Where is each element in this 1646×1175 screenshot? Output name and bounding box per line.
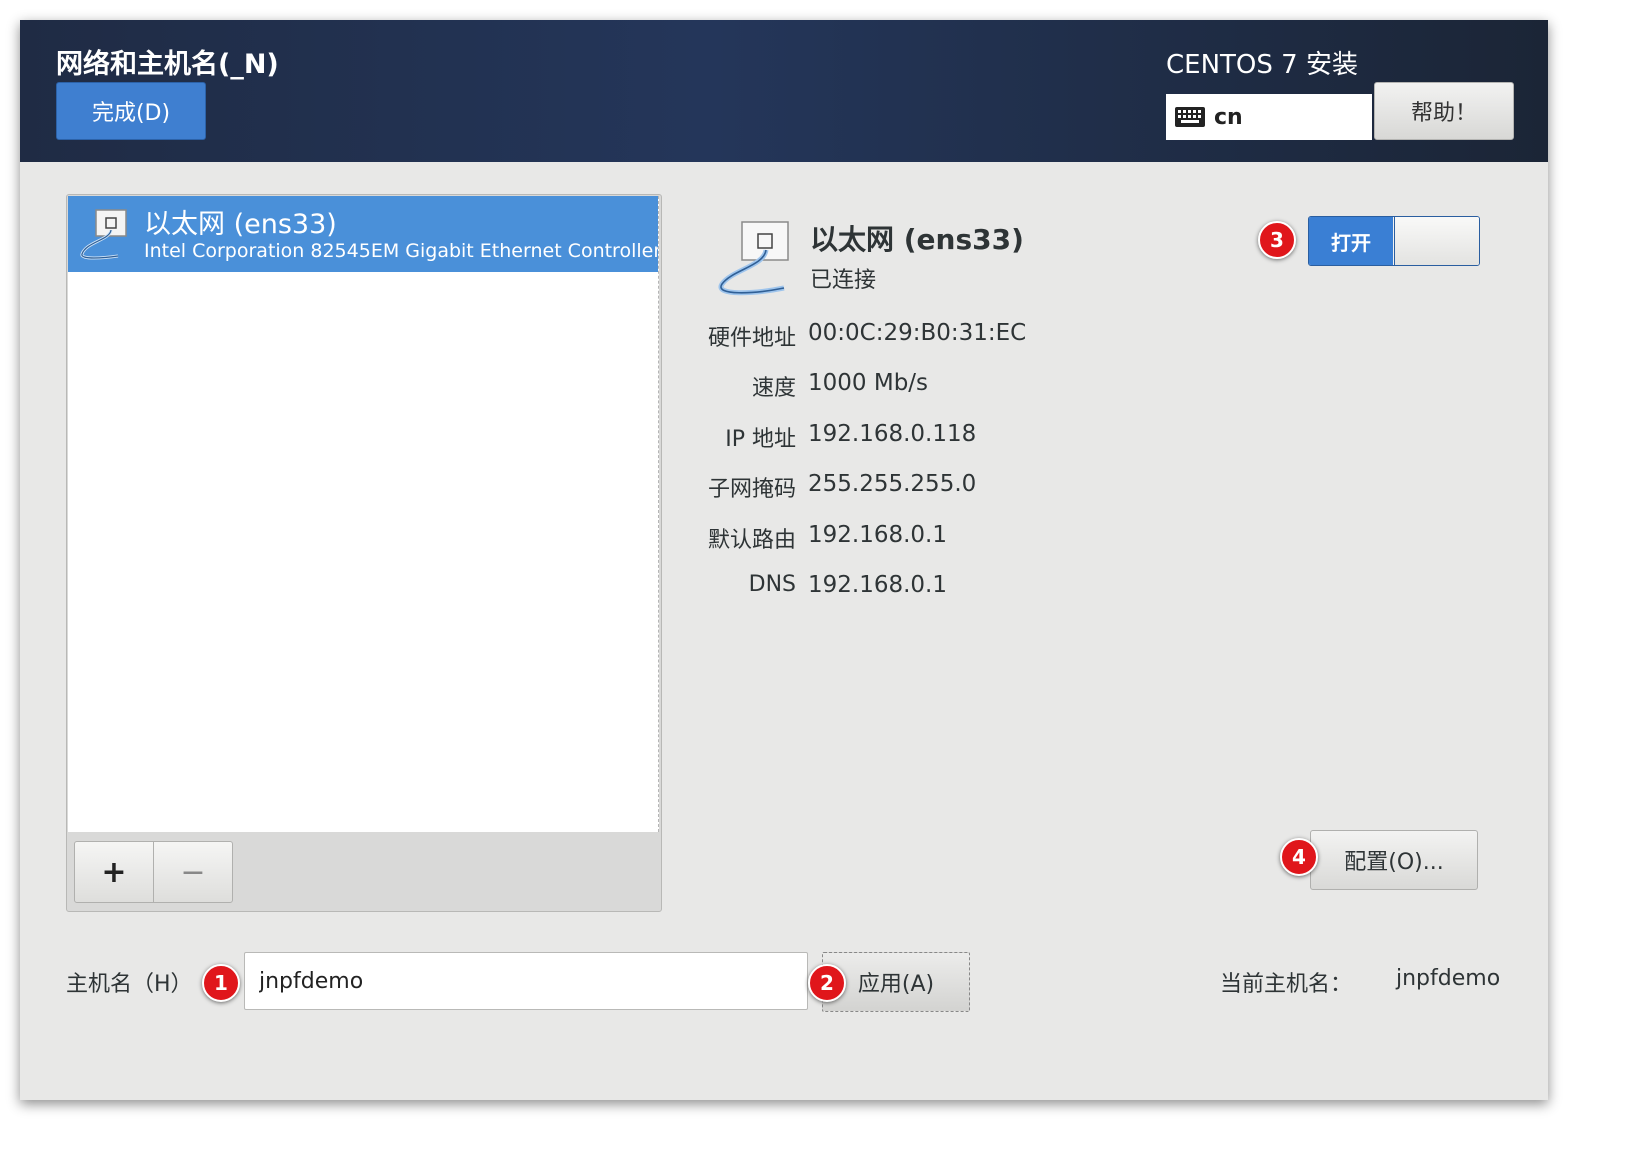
device-list-panel: 以太网 (ens33) Intel Corporation 82545EM Gi… [66,194,662,912]
current-hostname-value: jnpfdemo [1396,966,1501,991]
connection-status: 已连接 [810,268,877,293]
hostname-label: 主机名（H） [66,972,193,997]
device-list: 以太网 (ens33) Intel Corporation 82545EM Gi… [68,196,659,832]
remove-device-button[interactable]: − [153,841,233,903]
connection-toggle[interactable]: 打开 [1308,216,1480,266]
info-label: IP 地址 [725,427,796,452]
annotation-marker-3: 3 [1258,221,1296,259]
header-bar: 网络和主机名(_N) 完成(D) CENTOS 7 安装 cn 帮助！ [20,20,1548,162]
info-label: DNS [748,572,796,597]
info-value: 192.168.0.1 [808,572,947,598]
page-title: 网络和主机名(_N) [56,49,279,80]
info-row-subnet-mask: 子网掩码 255.255.255.0 [660,471,1180,503]
current-hostname-label: 当前主机名： [1220,972,1353,997]
info-row-dns: DNS 192.168.0.1 [660,572,1180,604]
info-value: 192.168.0.118 [808,421,977,447]
done-button[interactable]: 完成(D) [56,82,206,140]
info-value: 1000 Mb/s [808,370,929,396]
info-row-default-route: 默认路由 192.168.0.1 [660,522,1180,554]
info-row-ip-address: IP 地址 192.168.0.118 [660,421,1180,453]
installer-window: 网络和主机名(_N) 完成(D) CENTOS 7 安装 cn 帮助！ 以太网 … [20,20,1548,1100]
toggle-knob[interactable] [1394,217,1479,265]
add-device-button[interactable]: + [74,841,154,903]
device-name: 以太网 (ens33) [810,223,1024,256]
info-row-speed: 速度 1000 Mb/s [660,370,1180,402]
list-item-name: 以太网 (ens33) [144,209,337,240]
annotation-marker-2: 2 [808,964,846,1002]
info-label: 硬件地址 [707,326,796,351]
configure-button[interactable]: 配置(O)... [1310,830,1478,890]
product-name: CENTOS 7 安装 [1166,50,1358,80]
info-row-hardware-address: 硬件地址 00:0C:29:B0:31:EC [660,320,1180,352]
help-button[interactable]: 帮助！ [1374,82,1514,140]
info-label: 默认路由 [707,528,796,553]
toggle-on-label: 打开 [1309,217,1393,265]
keyboard-icon [1175,107,1205,127]
ethernet-cable-icon [80,209,127,260]
keyboard-layout-label: cn [1214,104,1243,130]
annotation-marker-1: 1 [202,964,240,1002]
keyboard-layout-indicator[interactable]: cn [1166,94,1372,140]
annotation-marker-4: 4 [1280,838,1318,876]
info-value: 00:0C:29:B0:31:EC [808,320,1027,346]
info-label: 子网掩码 [707,477,796,502]
info-value: 192.168.0.1 [808,522,947,548]
ethernet-cable-icon [718,221,789,296]
hostname-input[interactable] [244,952,808,1010]
info-label: 速度 [751,376,796,401]
list-item-ens33[interactable]: 以太网 (ens33) Intel Corporation 82545EM Gi… [68,196,658,272]
info-value: 255.255.255.0 [808,471,977,497]
list-item-description: Intel Corporation 82545EM Gigabit Ethern… [144,240,659,262]
